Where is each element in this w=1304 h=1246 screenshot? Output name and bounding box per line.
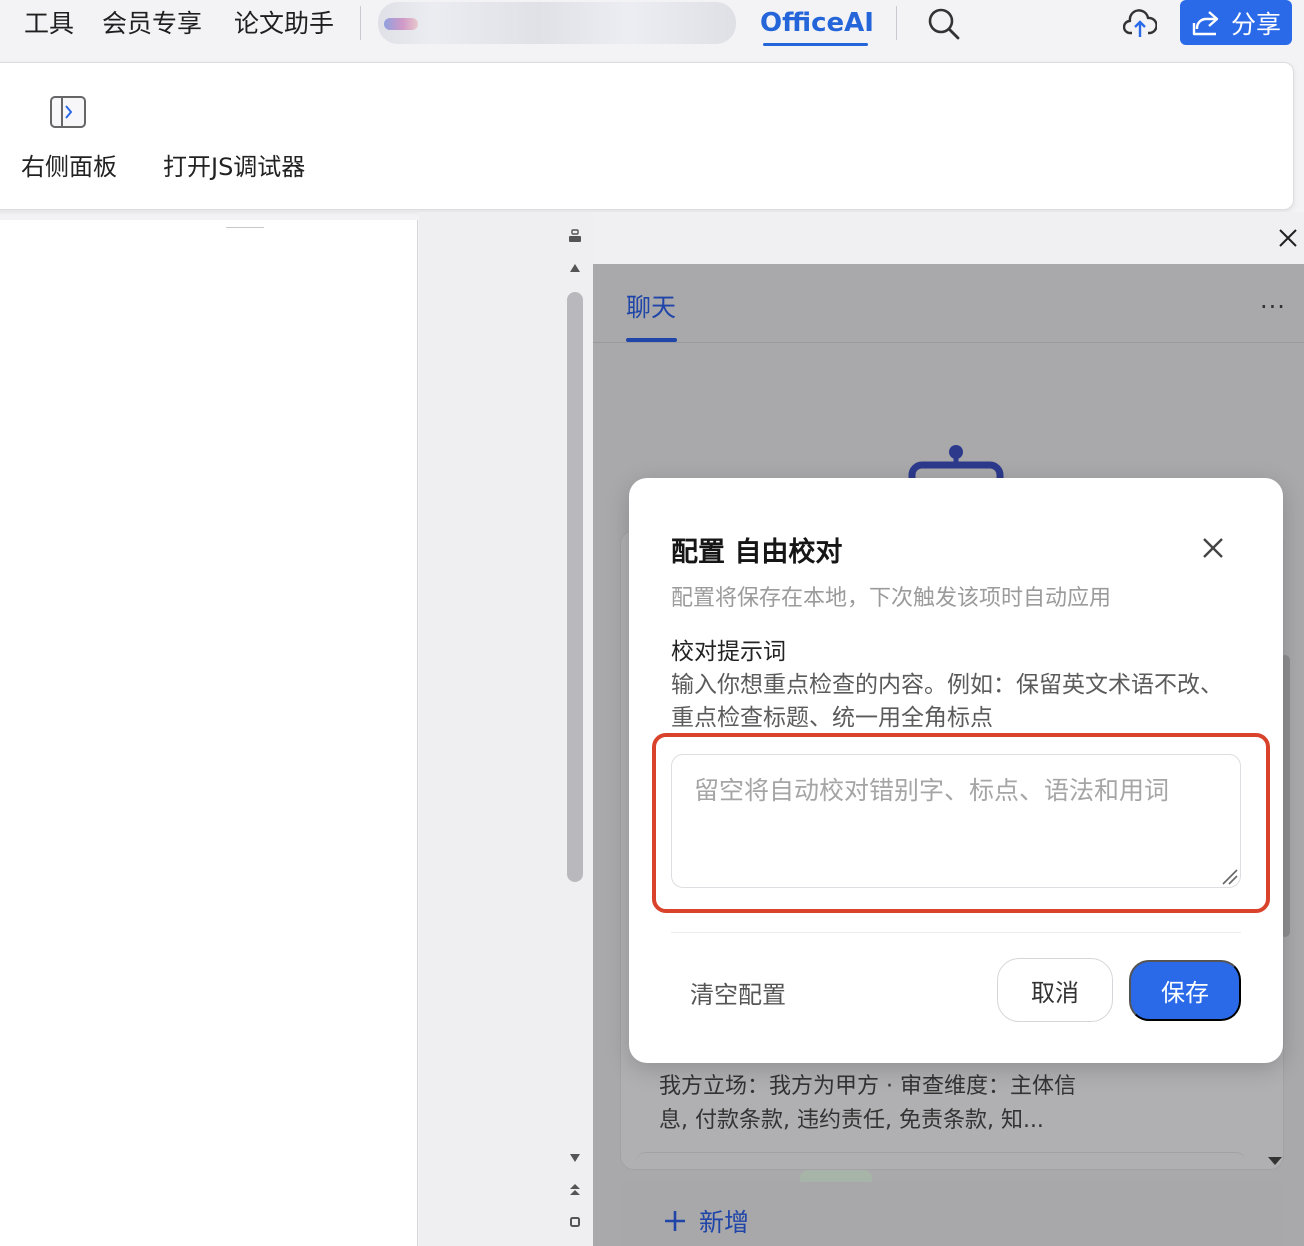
add-new-label: 新增 [699,1208,750,1237]
dialog-close-icon[interactable] [1199,534,1227,562]
more-options-icon[interactable]: ··· [1260,293,1286,321]
cloud-upload-icon[interactable] [1122,6,1158,42]
ribbon-panel: 右侧面板 打开JS调试器 [0,62,1294,210]
menu-tools[interactable]: 工具 [24,8,74,40]
prompt-field-help: 输入你想重点检查的内容。例如：保留英文术语不改、重点检查标题、统一用全角标点 [671,672,1223,731]
clear-config-button[interactable]: 清空配置 [690,975,786,1010]
save-button[interactable]: 保存 [1129,960,1241,1021]
menu-separator [896,6,897,40]
page-margin-mark [226,227,264,228]
share-icon [1192,10,1219,35]
select-browse-object-icon[interactable] [567,1214,583,1230]
split-view-icon[interactable] [567,228,583,244]
right-panel-icon[interactable] [49,95,87,129]
panel-close-icon[interactable] [1276,226,1300,250]
menu-separator [360,6,361,40]
dialog-subtitle: 配置将保存在本地，下次触发该项时自动应用 [671,586,1112,611]
prompt-field-label: 校对提示词 [671,639,786,665]
panel-divider [593,342,1304,343]
menu-bar: 工具 会员专享 论文助手 OfficeAI 分享 [0,0,1304,50]
redacted-logo [384,18,418,30]
previous-page-icon[interactable] [567,1182,583,1198]
redacted-area [378,2,736,44]
menu-thesis-assistant[interactable]: 论文助手 [234,8,334,40]
document-page[interactable] [0,220,418,1246]
scroll-down-icon[interactable] [567,1150,583,1166]
cancel-button[interactable]: 取消 [997,958,1113,1022]
resize-handle-icon[interactable] [1219,866,1239,886]
panel-scroll-down-icon[interactable] [1266,1153,1284,1167]
share-label: 分享 [1230,9,1281,39]
document-scrollbar[interactable] [567,292,583,882]
js-debugger-button[interactable]: 打开JS调试器 [163,147,305,182]
scroll-up-icon[interactable] [567,260,583,276]
proofread-prompt-input[interactable] [671,754,1241,888]
active-tab-indicator [763,43,868,46]
review-summary-text: 我方立场：我方为甲方 · 审查维度：主体信息, 付款条款, 违约责任, 免责条款… [659,1074,1076,1133]
tab-officeai[interactable]: OfficeAI [760,6,874,40]
menu-member-exclusive[interactable]: 会员专享 [102,8,202,40]
right-panel-button[interactable]: 右侧面板 [21,147,117,182]
search-icon[interactable] [926,6,962,42]
dialog-title: 配置 自由校对 [671,537,843,568]
panel-header-strip [593,212,1304,264]
dialog-divider [671,932,1241,933]
robot-icon [906,443,1004,483]
share-button[interactable]: 分享 [1180,0,1292,45]
add-new-button[interactable]: 新增 [663,1203,749,1239]
plus-icon [665,1211,685,1231]
tab-chat[interactable]: 聊天 [626,288,676,324]
